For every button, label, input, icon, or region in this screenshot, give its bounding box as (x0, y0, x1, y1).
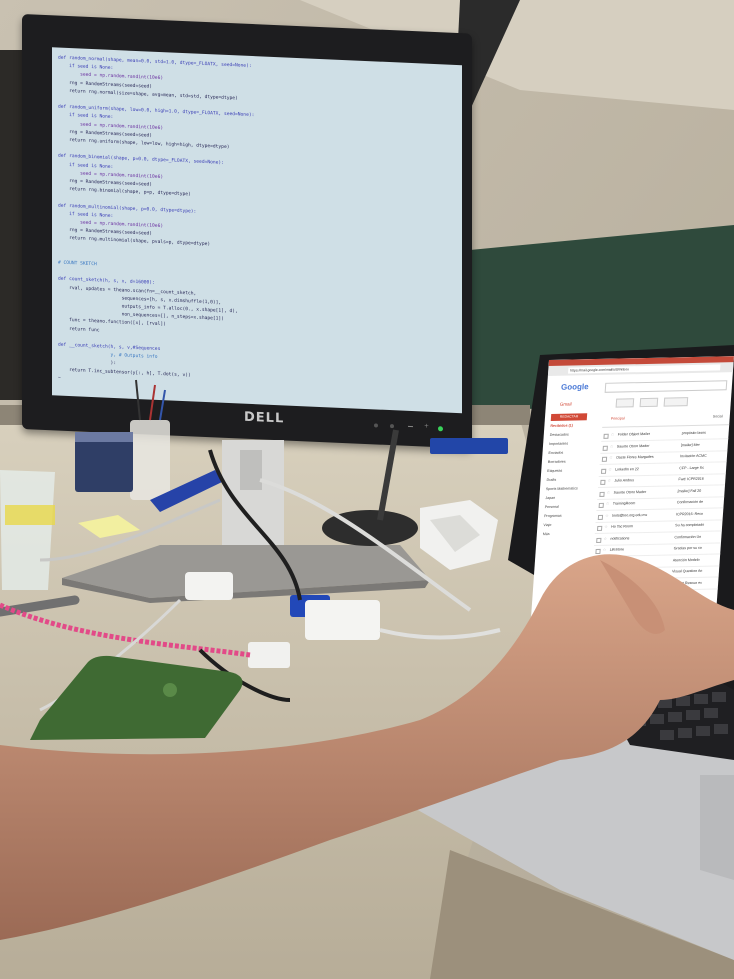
photo-scene: def random_normal(shape, mean=0.0, std=1… (0, 0, 734, 979)
arm (0, 554, 734, 940)
